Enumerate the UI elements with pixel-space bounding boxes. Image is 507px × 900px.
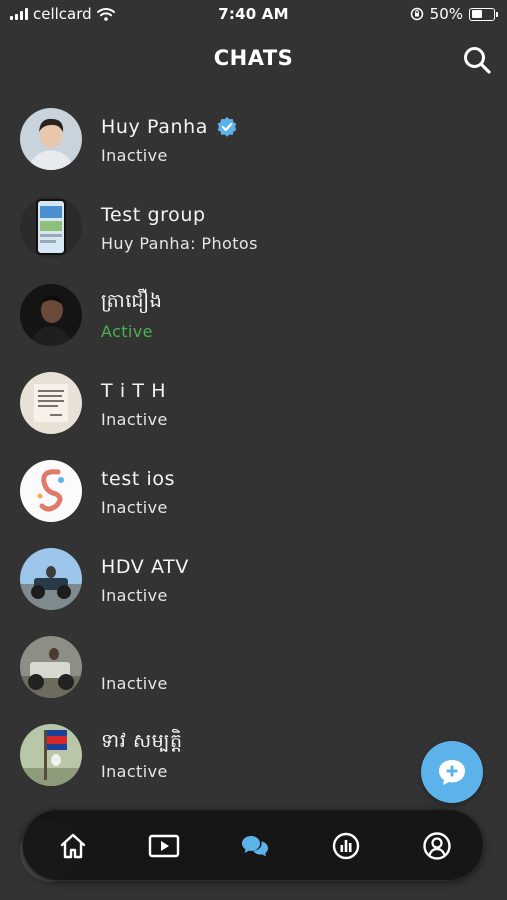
chat-list: Huy Panha Inactive Test group Huy Panha:: [0, 96, 507, 800]
page-title: CHATS: [213, 46, 294, 70]
avatar: [20, 284, 82, 346]
avatar: [20, 636, 82, 698]
chat-status: Active: [101, 322, 153, 341]
chat-status: Inactive: [101, 498, 168, 517]
chat-status: Huy Panha: Photos: [101, 234, 258, 253]
chat-name: Huy Panha: [101, 114, 487, 140]
nav-stats[interactable]: [328, 828, 364, 864]
battery-icon: [469, 7, 498, 21]
chat-item[interactable]: T i T H Inactive: [0, 360, 507, 448]
avatar: [20, 108, 82, 170]
avatar: [20, 196, 82, 258]
chat-status: Inactive: [101, 586, 168, 605]
stats-icon: [332, 832, 360, 860]
nav-videos[interactable]: [146, 828, 182, 864]
chat-name: HDV ATV: [101, 556, 189, 578]
orientation-lock-icon: [410, 7, 423, 21]
verified-badge-icon: [217, 117, 237, 137]
profile-icon: [423, 832, 451, 860]
play-icon: [148, 834, 180, 858]
chat-item[interactable]: test ios Inactive: [0, 448, 507, 536]
status-bar: cellcard 7:40 AM 50%: [0, 0, 507, 30]
chat-name: [101, 642, 487, 668]
chat-status: Inactive: [101, 674, 168, 693]
chat-item[interactable]: Inactive: [0, 624, 507, 712]
header: CHATS: [0, 40, 507, 80]
chat-name: Test group: [101, 204, 206, 226]
chat-status: Inactive: [101, 146, 168, 165]
search-icon: [464, 47, 491, 74]
nav-profile[interactable]: [419, 828, 455, 864]
chat-item[interactable]: HDV ATV Inactive: [0, 536, 507, 624]
search-button[interactable]: [461, 44, 493, 76]
new-chat-icon: [439, 760, 465, 785]
nav-home[interactable]: [55, 828, 91, 864]
new-chat-button[interactable]: [421, 741, 483, 803]
avatar: [20, 372, 82, 434]
nav-chats[interactable]: [237, 828, 273, 864]
home-icon: [60, 833, 86, 859]
chat-item[interactable]: Huy Panha Inactive: [0, 96, 507, 184]
chat-item[interactable]: Test group Huy Panha: Photos: [0, 184, 507, 272]
avatar: [20, 548, 82, 610]
avatar: [20, 724, 82, 786]
bottom-nav: [22, 809, 484, 881]
chat-bubbles-icon: [242, 836, 268, 857]
chat-status: Inactive: [101, 410, 168, 429]
chat-name: ត្រាជឿង: [101, 290, 163, 312]
chat-name: test ios: [101, 468, 176, 490]
chat-item[interactable]: ត្រាជឿង Active: [0, 272, 507, 360]
battery-percent: 50%: [429, 5, 463, 23]
avatar: [20, 460, 82, 522]
chat-name: T i T H: [101, 380, 167, 402]
